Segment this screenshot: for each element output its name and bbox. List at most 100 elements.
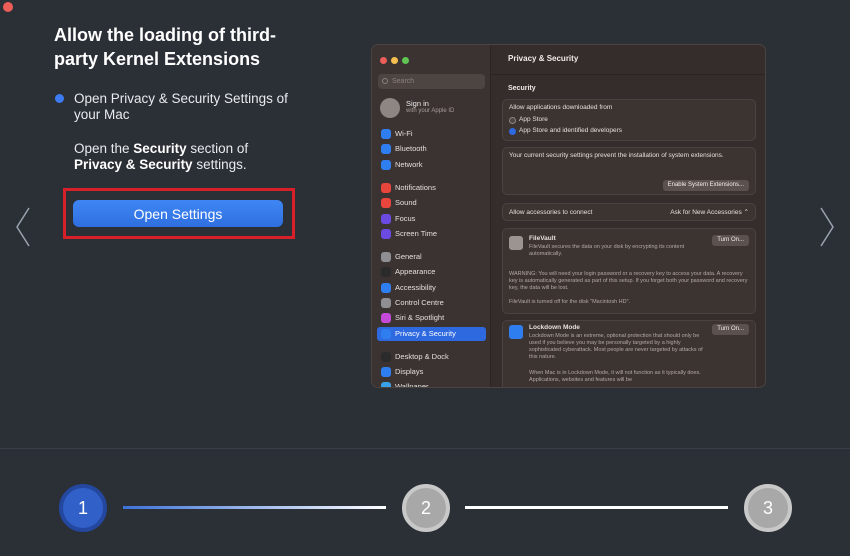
wallpaper-icon xyxy=(381,382,391,387)
search-icon xyxy=(382,78,388,84)
sidebar-item-sound: Sound xyxy=(377,196,486,210)
lockdown-card: Lockdown Mode Turn On... Lockdown Mode i… xyxy=(502,320,756,387)
lockdown-title: Lockdown Mode xyxy=(529,324,580,331)
desc-suffix: settings. xyxy=(192,157,247,172)
accessibility-icon xyxy=(381,283,391,293)
filevault-title: FileVault xyxy=(529,235,556,242)
progress-line-1 xyxy=(123,506,386,509)
avatar xyxy=(380,98,400,118)
sidebar-item-siri-spotlight: Siri & Spotlight xyxy=(377,311,486,325)
screen-time-icon xyxy=(381,229,391,239)
control-centre-icon xyxy=(381,298,391,308)
sidebar-item-label: Control Centre xyxy=(395,298,444,307)
desc-privacy-security: Privacy & Security xyxy=(74,157,193,172)
sidebar-item-control-centre: Control Centre xyxy=(377,296,486,310)
option-app-store-developers: App Store and identified developers xyxy=(519,127,622,134)
open-settings-button[interactable]: Open Settings xyxy=(73,200,283,227)
sidebar-item-label: Bluetooth xyxy=(395,144,427,153)
security-warning-text: Your current security settings prevent t… xyxy=(509,152,724,159)
mac-zoom-dot xyxy=(402,57,409,64)
settings-sidebar: Search Sign in with your Apple ID Wi-Fi B… xyxy=(372,45,491,387)
system-extensions-card: Your current security settings prevent t… xyxy=(502,147,756,195)
settings-search-field: Search xyxy=(378,74,485,89)
accessories-label: Allow accessories to connect xyxy=(509,209,593,216)
step-3-indicator[interactable]: 3 xyxy=(744,484,792,532)
desc-prefix: Open the xyxy=(74,141,134,156)
sidebar-item-label: Privacy & Security xyxy=(395,329,456,338)
sidebar-item-label: Wi-Fi xyxy=(395,129,413,138)
radio-app-store xyxy=(509,117,516,124)
step-2-indicator[interactable]: 2 xyxy=(402,484,450,532)
sidebar-item-desktop-dock: Desktop & Dock xyxy=(377,350,486,364)
sidebar-item-label: Displays xyxy=(395,367,424,376)
sidebar-item-privacy-security: Privacy & Security xyxy=(377,327,486,341)
sidebar-item-appearance: Appearance xyxy=(377,265,486,279)
sidebar-item-wallpaper: Wallpaper xyxy=(377,380,486,388)
filevault-icon xyxy=(509,236,523,250)
mac-minimize-dot xyxy=(391,57,398,64)
sidebar-item-displays: Displays xyxy=(377,365,486,379)
sidebar-item-network: Network xyxy=(377,158,486,172)
signin-subtitle: with your Apple ID xyxy=(406,108,455,114)
sidebar-item-label: Desktop & Dock xyxy=(395,352,449,361)
sidebar-item-label: Notifications xyxy=(395,183,436,192)
sidebar-item-label: Accessibility xyxy=(395,283,436,292)
page-title: Allow the loading of third-party Kernel … xyxy=(54,25,276,69)
option-app-store: App Store xyxy=(519,116,548,123)
displays-icon xyxy=(381,367,391,377)
accessories-card: Allow accessories to connect Ask for New… xyxy=(502,203,756,221)
progress-line-2 xyxy=(465,506,728,509)
allow-apps-card: Allow applications downloaded from App S… xyxy=(502,99,756,141)
sidebar-item-notifications: Notifications xyxy=(377,181,486,195)
sidebar-item-label: General xyxy=(395,252,422,261)
appearance-icon xyxy=(381,267,391,277)
sidebar-item-label: Appearance xyxy=(395,267,436,276)
title-divider xyxy=(491,74,765,75)
desc-middle: section of xyxy=(186,141,249,156)
sound-icon xyxy=(381,198,391,208)
lockdown-description: Lockdown Mode is an extreme, optional pr… xyxy=(529,333,703,360)
settings-window-preview: Search Sign in with your Apple ID Wi-Fi B… xyxy=(371,44,766,388)
siri-spotlight-icon xyxy=(381,313,391,323)
mac-close-dot xyxy=(380,57,387,64)
lockdown-turn-on-button: Turn On... xyxy=(712,324,749,335)
general-icon xyxy=(381,252,391,262)
enable-system-extensions-button: Enable System Extensions... xyxy=(662,180,749,191)
sidebar-item-general: General xyxy=(377,250,486,264)
signin-title: Sign in xyxy=(406,99,429,108)
sidebar-item-label: Siri & Spotlight xyxy=(395,313,445,322)
sidebar-item-wi-fi: Wi-Fi xyxy=(377,127,486,141)
filevault-status: FileVault is turned off for the disk "Ma… xyxy=(509,299,631,305)
footer-divider xyxy=(0,448,850,449)
sidebar-item-bluetooth: Bluetooth xyxy=(377,142,486,156)
bluetooth-icon xyxy=(381,144,391,154)
desktop-dock-icon xyxy=(381,352,391,362)
security-heading: Security xyxy=(508,85,536,92)
step-instruction: Open Privacy & Security Settings of your… xyxy=(74,91,288,122)
previous-arrow-icon[interactable] xyxy=(15,206,31,248)
allow-apps-label: Allow applications downloaded from xyxy=(509,104,613,111)
sidebar-item-label: Focus xyxy=(395,214,416,223)
sidebar-item-label: Wallpaper xyxy=(395,382,429,388)
sidebar-item-focus: Focus xyxy=(377,212,486,226)
next-arrow-icon[interactable] xyxy=(819,206,835,248)
accessories-value: Ask for New Accessories xyxy=(670,209,742,216)
filevault-card: FileVault Turn On... FileVault secures t… xyxy=(502,228,756,314)
wi-fi-icon xyxy=(381,129,391,139)
close-window-dot[interactable] xyxy=(3,2,13,12)
settings-content: Privacy & Security Security Allow applic… xyxy=(491,45,765,387)
search-placeholder: Search xyxy=(392,78,415,85)
accessories-select: Ask for New Accessories ⌃ xyxy=(670,209,749,216)
step-description: Open the Security section of Privacy & S… xyxy=(74,141,294,173)
notifications-icon xyxy=(381,183,391,193)
privacy-security-icon xyxy=(381,329,391,339)
sidebar-item-label: Network xyxy=(395,160,423,169)
sidebar-item-screen-time: Screen Time xyxy=(377,227,486,241)
filevault-description: FileVault secures the data on your disk … xyxy=(529,244,685,257)
radio-app-store-developers xyxy=(509,128,516,135)
sidebar-item-label: Sound xyxy=(395,198,417,207)
lockdown-more-text: When Mac is in Lockdown Mode, it will no… xyxy=(529,370,701,383)
step-1-indicator[interactable]: 1 xyxy=(59,484,107,532)
sidebar-item-accessibility: Accessibility xyxy=(377,281,486,295)
network-icon xyxy=(381,160,391,170)
